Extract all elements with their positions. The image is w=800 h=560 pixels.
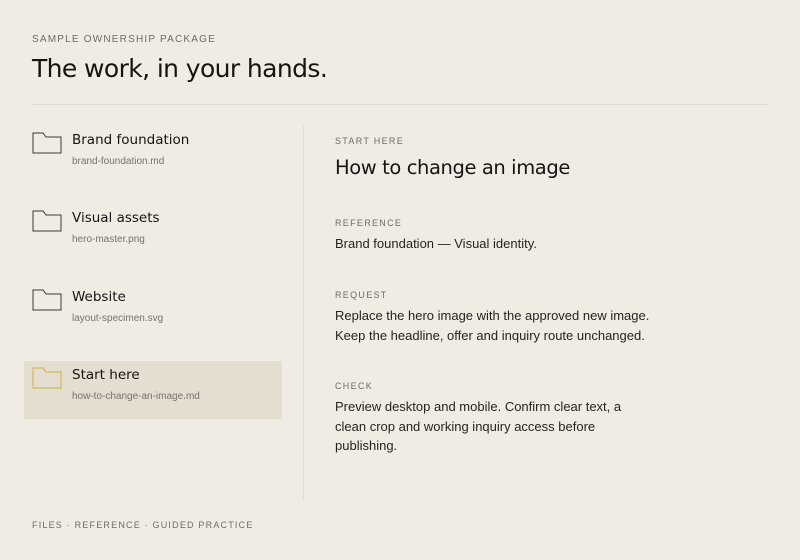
section-body-check: Preview desktop and mobile. Confirm clea… [335, 397, 680, 456]
file-item-visual-assets[interactable]: Visual assets hero-master.png [24, 204, 282, 262]
eyebrow-package: SAMPLE OWNERSHIP PACKAGE [32, 34, 217, 45]
file-name: Start here [72, 367, 140, 383]
text-line: publishing. [335, 438, 398, 453]
text-line: Keep the headline, offer and inquiry rou… [335, 327, 645, 343]
footer-text: FILES · REFERENCE · GUIDED PRACTICE [32, 520, 254, 530]
folder-icon [32, 367, 62, 389]
file-name: Brand foundation [72, 132, 190, 148]
section-label-check: CHECK [335, 381, 374, 391]
document-eyebrow: START HERE [335, 136, 405, 146]
file-name: Visual assets [72, 210, 160, 226]
text-line: clean crop and working inquiry access be… [335, 418, 596, 434]
section-label-reference: REFERENCE [335, 218, 403, 228]
folder-icon [32, 210, 62, 232]
header-divider [32, 104, 768, 105]
text-line: Replace the hero image with the approved… [335, 308, 650, 323]
file-path: how-to-change-an-image.md [72, 391, 200, 402]
file-item-website[interactable]: Website layout-specimen.svg [24, 283, 282, 341]
file-path: layout-specimen.svg [72, 313, 164, 324]
document-title: How to change an image [335, 156, 570, 179]
column-divider [303, 126, 304, 500]
text-line: Brand foundation — Visual identity. [335, 236, 537, 251]
text-line: Preview desktop and mobile. Confirm clea… [335, 399, 622, 414]
section-body-request: Replace the hero image with the approved… [335, 306, 680, 345]
folder-icon [32, 289, 62, 311]
file-item-start-here[interactable]: Start here how-to-change-an-image.md [24, 361, 282, 419]
folder-icon [32, 132, 62, 154]
file-path: brand-foundation.md [72, 156, 165, 167]
file-path: hero-master.png [72, 234, 145, 245]
section-body-reference: Brand foundation — Visual identity. [335, 234, 680, 254]
file-item-brand-foundation[interactable]: Brand foundation brand-foundation.md [24, 126, 282, 184]
page-title: The work, in your hands. [32, 54, 328, 83]
section-label-request: REQUEST [335, 290, 388, 300]
file-name: Website [72, 289, 126, 305]
